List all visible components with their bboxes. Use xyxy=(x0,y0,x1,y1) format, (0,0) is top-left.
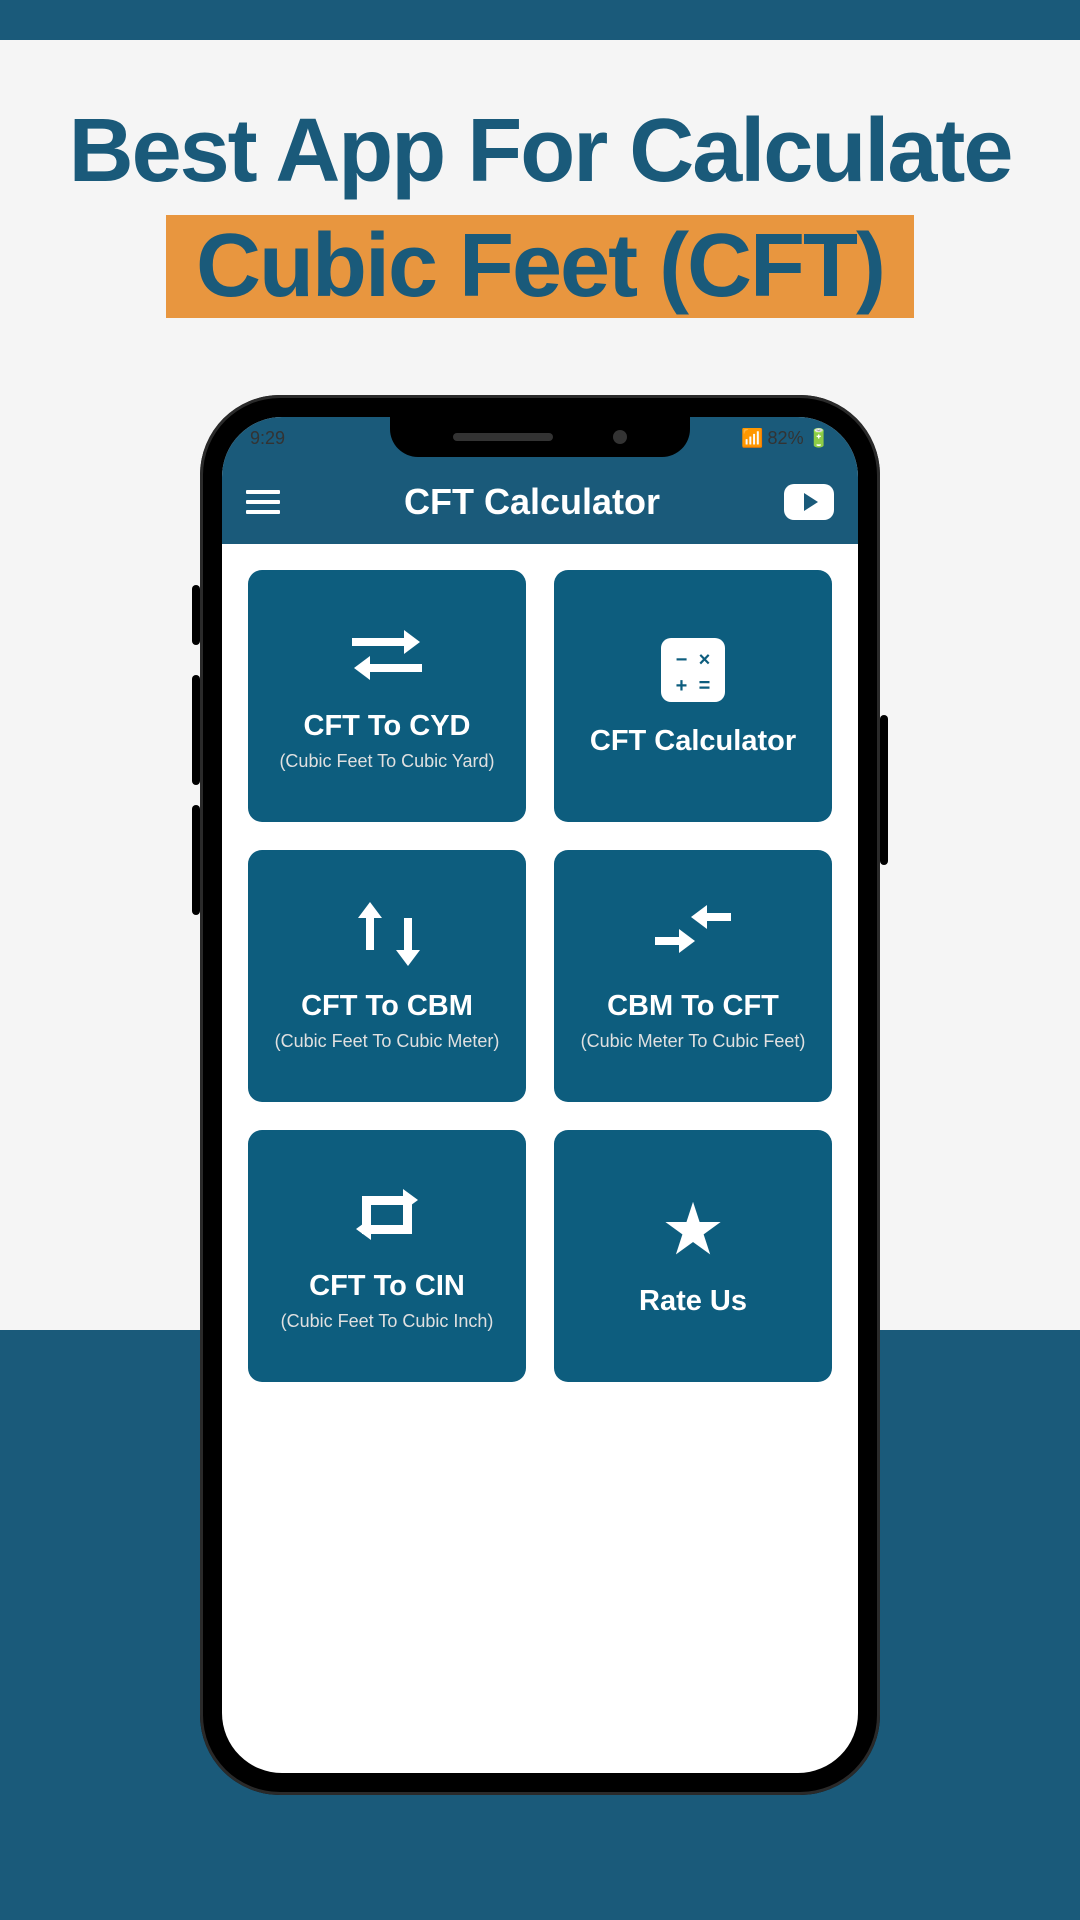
tile-title: CFT To CIN xyxy=(309,1269,465,1304)
swap-vertical-icon xyxy=(362,899,412,971)
calculator-icon: −×+= xyxy=(661,634,725,706)
headline-line2: Cubic Feet (CFT) xyxy=(196,215,884,318)
tile-cbm-to-cft[interactable]: CBM To CFT (Cubic Meter To Cubic Feet) xyxy=(554,850,832,1102)
tile-subtitle: (Cubic Meter To Cubic Feet) xyxy=(581,1030,806,1053)
swap-horizontal-icon xyxy=(352,619,422,691)
youtube-icon[interactable] xyxy=(784,484,834,520)
headline-line1: Best App For Calculate xyxy=(20,100,1060,203)
tile-title: CBM To CFT xyxy=(607,989,779,1024)
app-title: CFT Calculator xyxy=(404,481,660,523)
tile-title: CFT To CYD xyxy=(304,709,471,744)
menu-icon[interactable] xyxy=(246,490,280,514)
app-header: CFT Calculator xyxy=(222,459,858,544)
headline-highlight: Cubic Feet (CFT) xyxy=(166,215,914,318)
tile-subtitle: (Cubic Feet To Cubic Inch) xyxy=(281,1310,494,1333)
tile-cft-calculator[interactable]: −×+= CFT Calculator xyxy=(554,570,832,822)
status-time: 9:29 xyxy=(250,428,285,449)
tile-cft-to-cin[interactable]: CFT To CIN (Cubic Feet To Cubic Inch) xyxy=(248,1130,526,1382)
tile-subtitle: (Cubic Feet To Cubic Meter) xyxy=(275,1030,500,1053)
cycle-icon xyxy=(354,1179,420,1251)
phone-mockup: 9:29 📶82%🔋 CFT Calculator CFT To CYD xyxy=(200,395,880,1795)
tile-subtitle: (Cubic Feet To Cubic Yard) xyxy=(279,750,494,773)
tile-cft-to-cbm[interactable]: CFT To CBM (Cubic Feet To Cubic Meter) xyxy=(248,850,526,1102)
phone-notch xyxy=(390,417,690,457)
converge-arrows-icon xyxy=(655,899,731,971)
tile-title: CFT Calculator xyxy=(590,724,796,759)
star-icon: ★ xyxy=(661,1194,726,1266)
promo-top-bar xyxy=(0,0,1080,40)
tile-rate-us[interactable]: ★ Rate Us xyxy=(554,1130,832,1382)
phone-screen: 9:29 📶82%🔋 CFT Calculator CFT To CYD xyxy=(222,417,858,1773)
tile-title: CFT To CBM xyxy=(301,989,473,1024)
tile-grid: CFT To CYD (Cubic Feet To Cubic Yard) −×… xyxy=(222,544,858,1408)
status-battery: 📶82%🔋 xyxy=(741,428,830,449)
promo-headline: Best App For Calculate Cubic Feet (CFT) xyxy=(0,40,1080,338)
tile-title: Rate Us xyxy=(639,1284,747,1319)
tile-cft-to-cyd[interactable]: CFT To CYD (Cubic Feet To Cubic Yard) xyxy=(248,570,526,822)
